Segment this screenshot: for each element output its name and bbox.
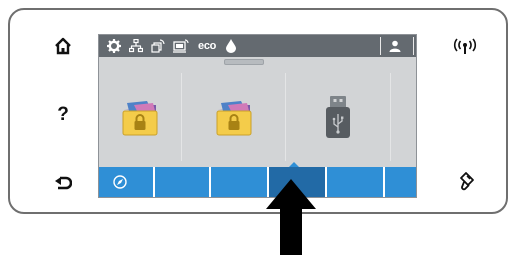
- home-button[interactable]: [48, 31, 78, 61]
- web-services-button[interactable]: [173, 37, 189, 55]
- usb-drive-icon: [326, 96, 350, 138]
- user-icon: [389, 40, 401, 52]
- wifi-direct-icon: [151, 39, 165, 53]
- settings-button[interactable]: [107, 37, 121, 55]
- status-bar: eco: [99, 35, 416, 57]
- web-services-icon: [173, 39, 189, 53]
- empty-tile: [391, 65, 416, 169]
- nav-segment-1[interactable]: [99, 167, 153, 197]
- ink-drop-icon: [226, 39, 236, 53]
- network-icon: [129, 39, 143, 53]
- eco-button[interactable]: eco: [198, 37, 216, 55]
- back-button[interactable]: [48, 168, 78, 198]
- pointer-arrow-icon: [266, 179, 316, 255]
- network-button[interactable]: [129, 37, 143, 55]
- help-button[interactable]: ?: [48, 100, 78, 130]
- settings-icon: [107, 39, 121, 53]
- app-tiles: [99, 65, 416, 169]
- user-button[interactable]: [389, 37, 401, 55]
- nav-segment-6[interactable]: [385, 167, 416, 197]
- touchscreen: eco: [98, 34, 417, 198]
- eco-icon: eco: [198, 40, 217, 52]
- secure-folder-2[interactable]: [182, 65, 285, 169]
- wifi-direct-button[interactable]: [151, 37, 165, 55]
- wireless-button[interactable]: [450, 32, 480, 62]
- nfc-touch-icon: [460, 172, 474, 191]
- nav-segment-5[interactable]: [327, 167, 383, 197]
- ink-levels-button[interactable]: [226, 37, 236, 55]
- nav-segment-3[interactable]: [211, 167, 267, 197]
- locked-folder-icon: [216, 101, 251, 136]
- locked-folder-icon: [122, 101, 158, 136]
- back-icon: [55, 176, 72, 190]
- home-icon: [55, 37, 71, 55]
- nfc-button[interactable]: [452, 166, 482, 196]
- compass-icon: [113, 175, 127, 189]
- help-label: ?: [57, 104, 69, 125]
- nav-segment-2[interactable]: [155, 167, 209, 197]
- bottom-nav-bar: [99, 167, 416, 197]
- secure-folder-1[interactable]: [99, 65, 181, 169]
- usb-drive[interactable]: [286, 65, 390, 169]
- status-separator: [413, 37, 414, 55]
- status-separator: [380, 37, 381, 55]
- wireless-icon: [453, 38, 477, 54]
